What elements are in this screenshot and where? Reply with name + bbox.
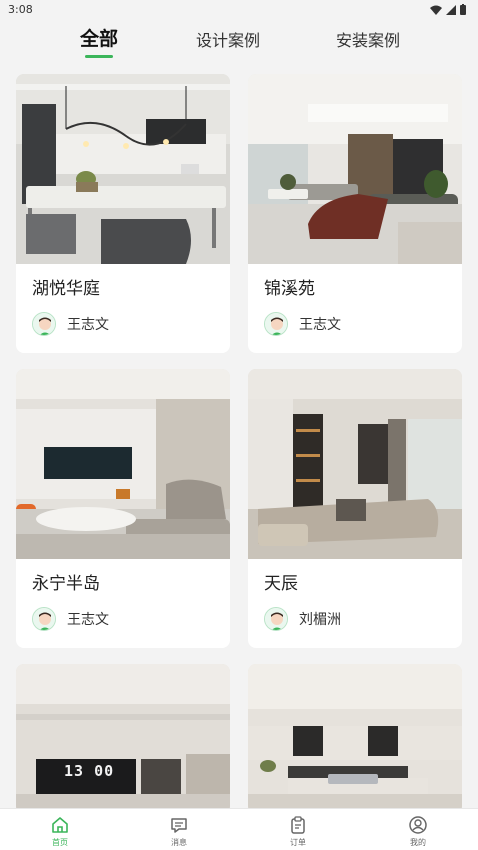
case-card[interactable] [248, 664, 462, 814]
case-card[interactable]: 湖悦华庭 王志文 [16, 74, 230, 353]
case-photo [248, 664, 462, 814]
case-title: 永宁半岛 [32, 574, 100, 594]
nav-messages-label: 消息 [171, 838, 187, 847]
case-title: 天辰 [264, 574, 298, 594]
case-card[interactable]: 永宁半岛 王志文 [16, 369, 230, 648]
nav-messages[interactable]: 消息 [159, 815, 199, 848]
designer-avatar [32, 607, 56, 631]
designer-name: 王志文 [67, 317, 109, 333]
designer-name: 王志文 [67, 612, 109, 628]
tab-all[interactable]: 全部 [80, 24, 118, 51]
home-icon [52, 817, 68, 833]
case-card[interactable]: 锦溪苑 王志文 [248, 74, 462, 353]
wifi-icon [430, 5, 442, 15]
case-photo [16, 74, 230, 264]
status-bar: 3:08 [0, 0, 478, 20]
case-designer[interactable]: 王志文 [264, 312, 341, 336]
case-designer[interactable]: 刘楣洲 [264, 607, 341, 631]
bottom-navigation: 首页 消息 订单 我的 [0, 808, 478, 850]
category-tabs: 全部 设计案例 安装案例 [0, 20, 478, 66]
status-icons [430, 4, 466, 15]
designer-avatar [264, 607, 288, 631]
case-photo [16, 369, 230, 559]
case-photo [248, 369, 462, 559]
nav-orders[interactable]: 订单 [278, 815, 318, 848]
nav-orders-label: 订单 [290, 838, 306, 847]
signal-icon [446, 4, 456, 15]
battery-icon [460, 4, 466, 15]
tab-design-cases[interactable]: 设计案例 [196, 27, 260, 51]
case-title: 湖悦华庭 [32, 279, 100, 299]
nav-home-label: 首页 [52, 838, 68, 847]
case-designer[interactable]: 王志文 [32, 607, 109, 631]
case-photo [248, 74, 462, 264]
nav-profile[interactable]: 我的 [398, 815, 438, 848]
status-time: 3:08 [8, 3, 33, 16]
message-icon [171, 818, 187, 833]
order-icon [291, 816, 305, 834]
active-tab-indicator [85, 55, 113, 58]
case-title: 锦溪苑 [264, 279, 315, 299]
designer-name: 王志文 [299, 317, 341, 333]
tab-install-cases[interactable]: 安装案例 [336, 27, 400, 51]
designer-avatar [32, 312, 56, 336]
case-designer[interactable]: 王志文 [32, 312, 109, 336]
designer-avatar [264, 312, 288, 336]
case-photo: 13 00 [16, 664, 230, 814]
case-card[interactable]: 13 00 [16, 664, 230, 814]
clock-display-text: 13 00 [64, 762, 115, 780]
nav-home[interactable]: 首页 [40, 815, 80, 848]
designer-name: 刘楣洲 [299, 612, 341, 628]
case-card[interactable]: 天辰 刘楣洲 [248, 369, 462, 648]
nav-profile-label: 我的 [410, 838, 426, 847]
profile-icon [409, 816, 427, 834]
